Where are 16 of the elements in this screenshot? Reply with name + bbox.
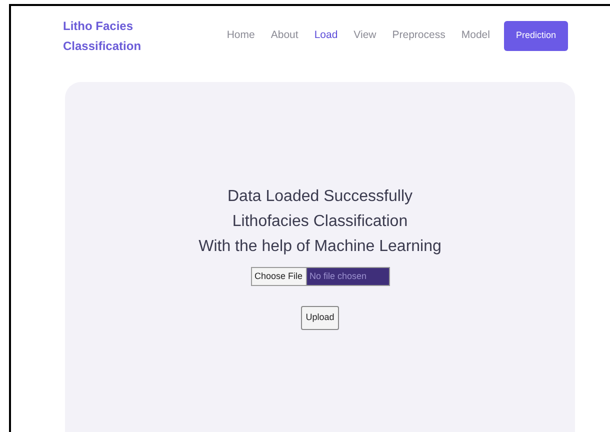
heading-text: Lithofacies Classification xyxy=(231,212,409,232)
prediction-button[interactable]: Prediction xyxy=(504,21,568,50)
nav-link[interactable]: Home xyxy=(218,28,263,44)
nav-link[interactable]: Load xyxy=(306,28,346,44)
heading-text: With the help of Machine Learning xyxy=(198,237,442,257)
nav-link[interactable]: Preprocess xyxy=(384,28,454,44)
upload-button[interactable]: Upload xyxy=(300,306,340,330)
nav-link[interactable]: About xyxy=(262,28,306,44)
choose-file-button[interactable]: Choose File xyxy=(252,268,307,285)
nav-link[interactable]: Model xyxy=(453,28,498,44)
heading-text: Data Loaded Successfully xyxy=(226,187,414,207)
file-status-text: No file chosen xyxy=(306,268,388,285)
brand-title[interactable]: Litho Facies xyxy=(63,16,142,36)
brand-title[interactable]: Classification xyxy=(63,36,142,57)
nav-link[interactable]: View xyxy=(346,28,384,44)
file-input[interactable]: Choose File No file chosen xyxy=(250,267,390,286)
